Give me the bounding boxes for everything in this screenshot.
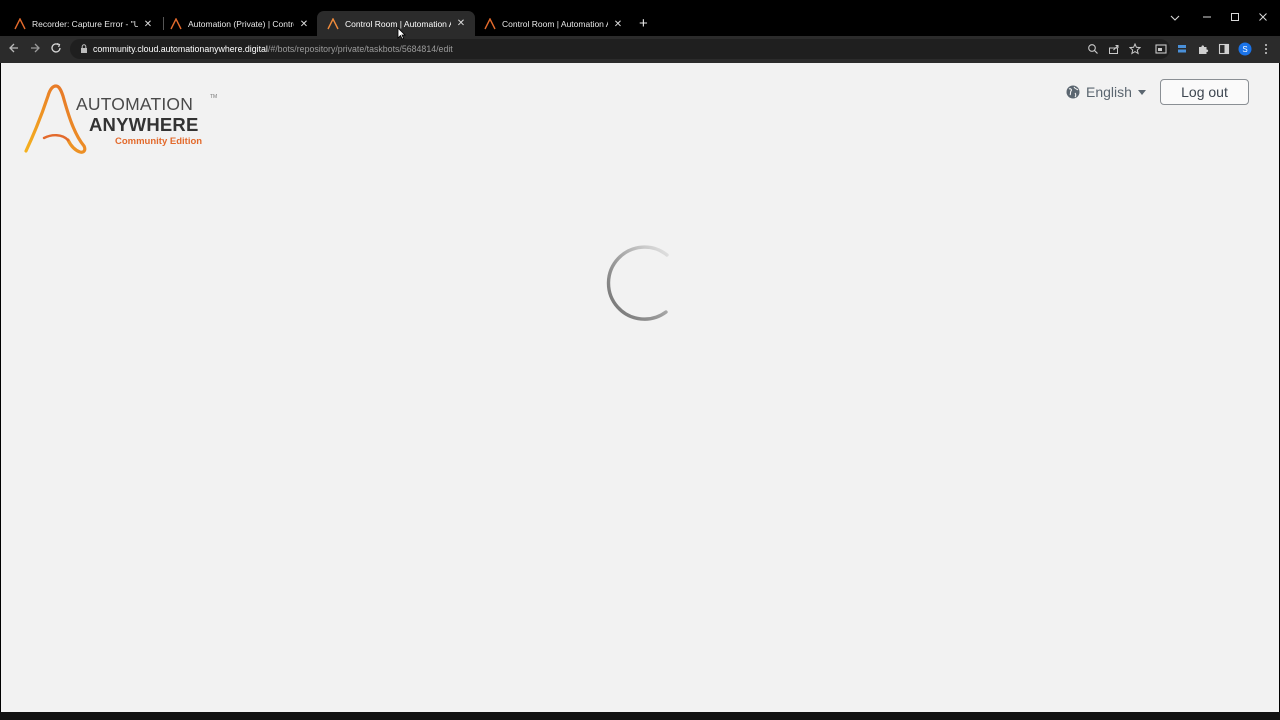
bookmark-star-icon[interactable]: [1129, 43, 1141, 55]
lock-icon[interactable]: [80, 44, 88, 53]
logo-trademark: TM: [210, 94, 218, 100]
restore-icon[interactable]: [1230, 12, 1240, 22]
mouse-cursor-icon: [397, 27, 406, 40]
language-label: English: [1086, 84, 1132, 100]
automation-anywhere-favicon: [484, 18, 496, 30]
loading-spinner: [606, 245, 669, 321]
close-tab-icon[interactable]: ✕: [142, 19, 154, 30]
tab-search-chevron-icon[interactable]: [1170, 14, 1180, 22]
automation-anywhere-favicon: [14, 18, 26, 30]
extensions-puzzle-icon[interactable]: [1197, 43, 1209, 55]
close-tab-icon[interactable]: ✕: [612, 19, 624, 30]
share-icon[interactable]: [1108, 43, 1120, 55]
language-selector[interactable]: English: [1066, 84, 1146, 100]
logout-button[interactable]: Log out: [1160, 79, 1249, 105]
automation-anywhere-favicon: [170, 18, 182, 30]
logo-text-anywhere: ANYWHERE: [89, 114, 199, 135]
tab-title: Automation (Private) | Control R: [188, 19, 294, 29]
forward-arrow-icon[interactable]: [29, 42, 41, 54]
globe-icon: [1066, 85, 1080, 99]
side-panel-icon[interactable]: [1218, 43, 1230, 55]
caret-down-icon: [1137, 89, 1146, 95]
bottom-edge: [0, 712, 1280, 720]
close-tab-icon[interactable]: ✕: [298, 19, 310, 30]
minimize-icon[interactable]: [1202, 12, 1212, 22]
close-tab-icon[interactable]: ✕: [455, 18, 467, 29]
automation-anywhere-logo[interactable]: AUTOMATION TM ANYWHERE Community Edition: [22, 84, 222, 156]
close-window-icon[interactable]: [1258, 12, 1268, 22]
url-text[interactable]: community.cloud.automationanywhere.digit…: [93, 44, 453, 54]
profile-avatar[interactable]: S: [1238, 42, 1252, 56]
new-tab-button[interactable]: +: [639, 16, 648, 31]
back-arrow-icon[interactable]: [8, 42, 20, 54]
tab-title: Recorder: Capture Error - "Unab: [32, 19, 138, 29]
reload-icon[interactable]: [50, 42, 62, 54]
automation-anywhere-favicon: [327, 17, 339, 29]
browser-tab-control-room[interactable]: Control Room | Automation Any ✕: [474, 12, 632, 36]
browser-tab-recorder[interactable]: Recorder: Capture Error - "Unab ✕: [4, 12, 162, 36]
logo-text-community-edition: Community Edition: [115, 136, 203, 147]
extension-stack-icon[interactable]: [1176, 43, 1188, 55]
tab-title: Control Room | Automation Any: [502, 19, 608, 29]
profile-initial: S: [1242, 45, 1247, 54]
page-content: [1, 63, 1279, 712]
url-path: /#/bots/repository/private/taskbots/5684…: [267, 44, 453, 54]
logo-text-automation: AUTOMATION: [76, 94, 194, 114]
browser-tab-control-room-active[interactable]: Control Room | Automation Any ✕: [317, 11, 475, 36]
extension-screen-icon[interactable]: [1155, 43, 1167, 55]
browser-tab-automation-private[interactable]: Automation (Private) | Control R ✕: [160, 12, 318, 36]
zoom-icon[interactable]: [1087, 43, 1099, 55]
browser-menu-icon[interactable]: [1260, 43, 1272, 55]
url-host: community.cloud.automationanywhere.digit…: [93, 44, 268, 54]
